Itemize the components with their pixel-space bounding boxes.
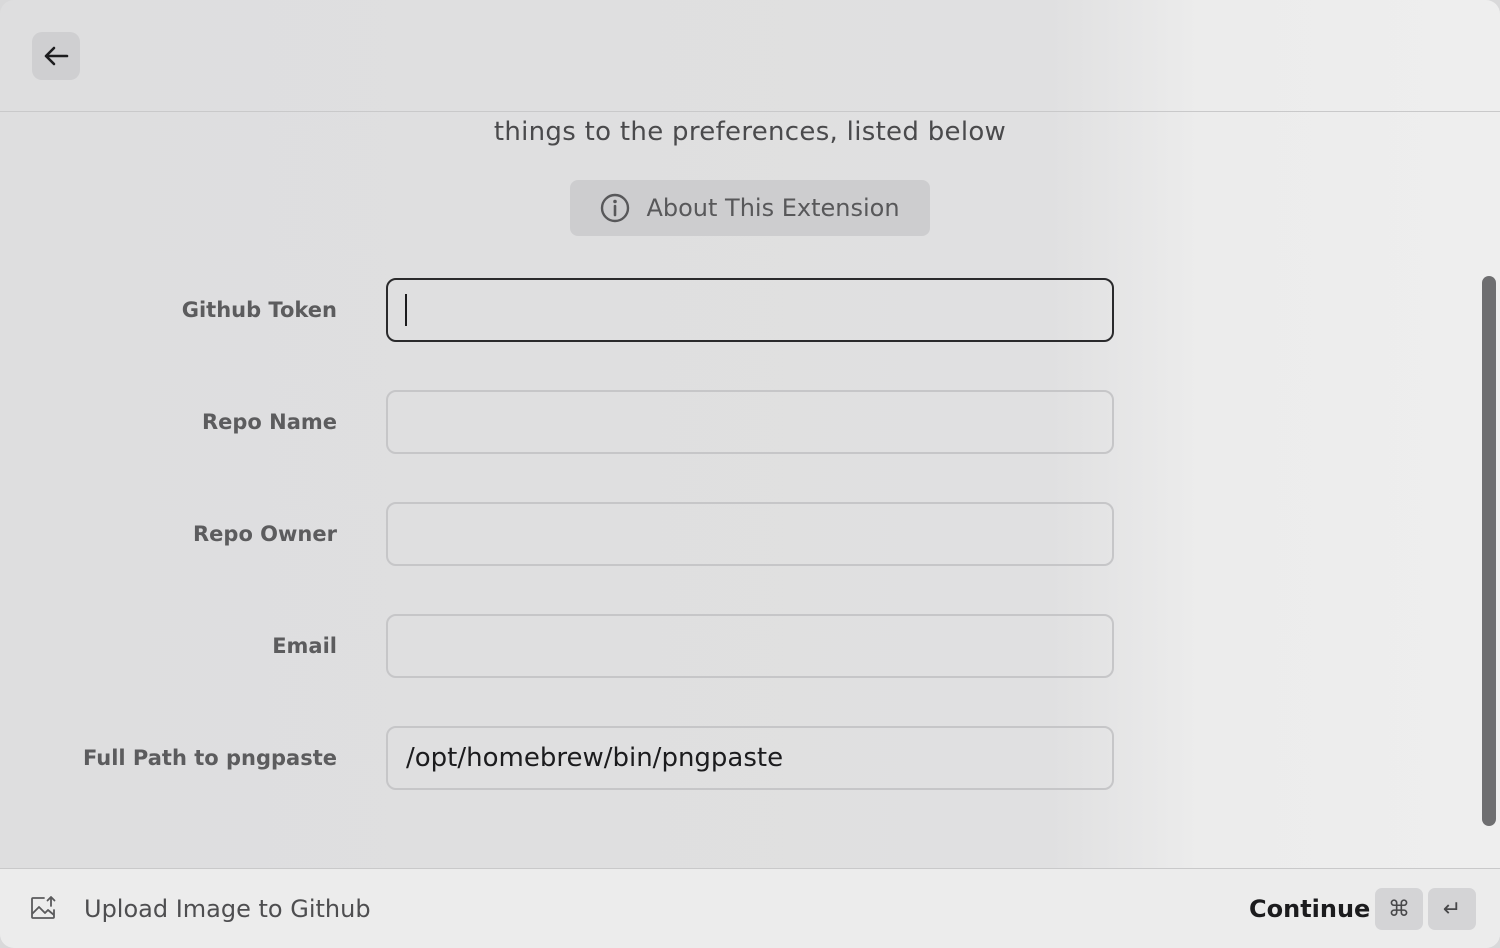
continue-button[interactable]: Continue: [1249, 869, 1370, 948]
intro-text: things to the preferences, listed below: [493, 117, 1007, 147]
about-extension-label: About This Extension: [646, 194, 900, 222]
github-token-label: Github Token: [181, 298, 337, 322]
info-circle-icon: [601, 193, 630, 223]
email-label: Email: [272, 634, 337, 658]
email-input[interactable]: [386, 614, 1114, 678]
header-bar: [0, 0, 1500, 112]
repo-owner-input[interactable]: [386, 502, 1114, 566]
command-key-badge: ⌘: [1375, 888, 1423, 930]
return-key-badge: ↵: [1428, 888, 1476, 930]
arrow-left-icon: [44, 46, 69, 66]
field-row-repo-owner: Repo Owner: [0, 502, 1500, 566]
extension-preferences-window: things to the preferences, listed below …: [0, 0, 1500, 948]
action-bar: Upload Image to Github Continue ⌘ ↵: [0, 868, 1500, 948]
field-row-repo-name: Repo Name: [0, 390, 1500, 454]
field-row-github-token: Github Token: [0, 278, 1500, 342]
command-title: Upload Image to Github: [84, 895, 371, 923]
field-row-email: Email: [0, 614, 1500, 678]
pngpaste-path-label: Full Path to pngpaste: [82, 746, 337, 770]
repo-name-label: Repo Name: [201, 410, 337, 434]
preferences-content: things to the preferences, listed below …: [0, 113, 1500, 868]
repo-name-input[interactable]: [386, 390, 1114, 454]
field-row-pngpaste-path: Full Path to pngpaste: [0, 726, 1500, 790]
pngpaste-path-input[interactable]: [386, 726, 1114, 790]
github-token-input[interactable]: [386, 278, 1114, 342]
back-button[interactable]: [32, 32, 80, 80]
about-extension-button[interactable]: About This Extension: [570, 180, 930, 236]
image-upload-icon: [31, 896, 56, 919]
repo-owner-label: Repo Owner: [193, 522, 337, 546]
scrollbar-thumb[interactable]: [1482, 276, 1496, 826]
text-caret: [405, 294, 407, 326]
